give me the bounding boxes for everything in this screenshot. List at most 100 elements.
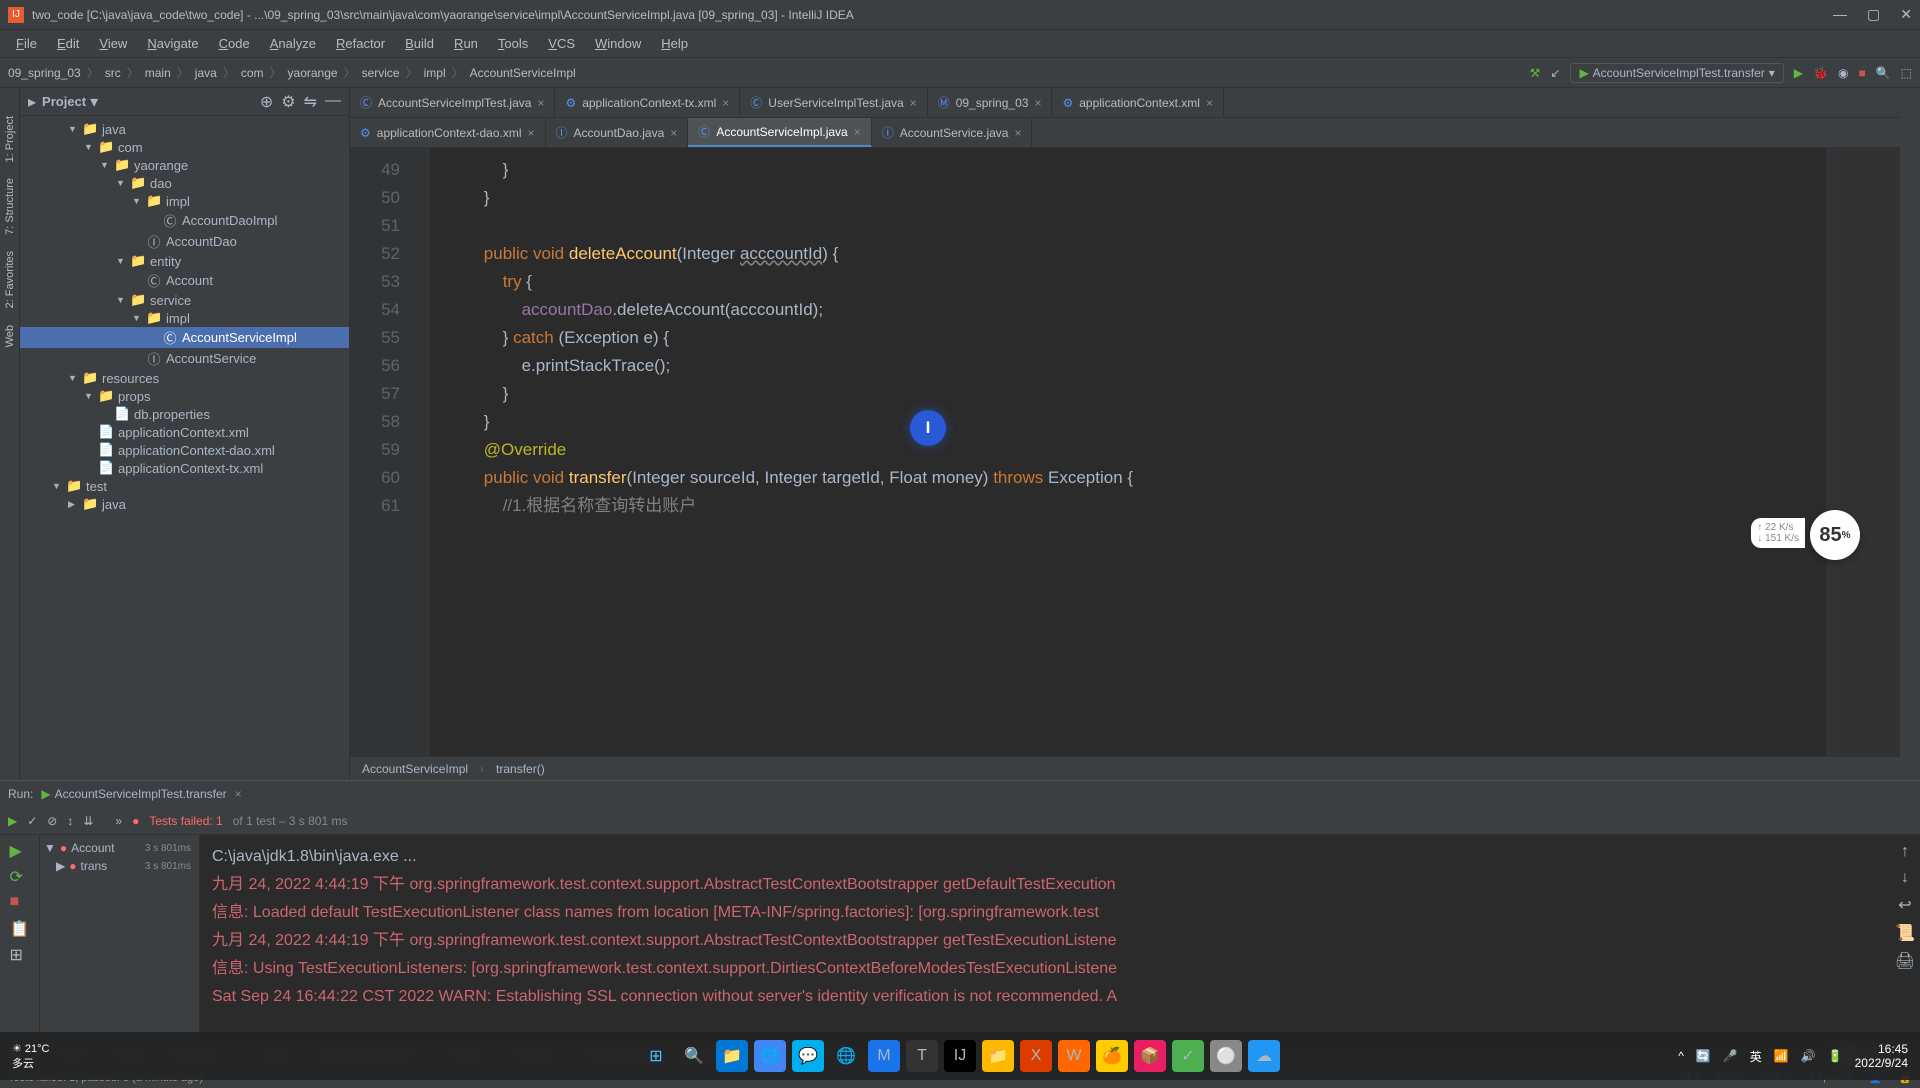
tray-mic-icon[interactable]: 🎤 (1723, 1049, 1738, 1063)
menu-refactor[interactable]: Refactor (328, 34, 393, 53)
breadcrumb-item[interactable]: service (362, 66, 400, 80)
settings-icon[interactable]: ⬚ (1901, 66, 1912, 80)
tree-item[interactable]: ▶📁java (20, 495, 349, 513)
close-tab-icon[interactable]: × (1206, 96, 1213, 110)
tree-item[interactable]: 📄db.properties (20, 405, 349, 423)
maximize-button[interactable]: ▢ (1867, 6, 1880, 23)
wifi-icon[interactable]: 📶 (1774, 1049, 1789, 1063)
menu-edit[interactable]: Edit (49, 34, 87, 53)
clock-time[interactable]: 16:45 (1855, 1042, 1908, 1056)
breadcrumb-item[interactable]: com (241, 66, 264, 80)
menu-file[interactable]: File (8, 34, 45, 53)
dump-button[interactable]: 📋 (10, 919, 30, 939)
app-icon-8[interactable]: 🍊 (1096, 1040, 1128, 1072)
minimize-button[interactable]: — (1833, 6, 1847, 23)
windows-taskbar[interactable]: ☀ 21°C 多云 ⊞ 🔍 📁 🌐 💬 🌐 M T IJ 📁 X W 🍊 📦 ✓… (0, 1032, 1920, 1080)
battery-icon[interactable]: 🔋 (1828, 1049, 1843, 1063)
editor-tab[interactable]: ⒸUserServiceImplTest.java× (740, 88, 927, 117)
app-icon-2[interactable]: 🌐 (754, 1040, 786, 1072)
run-config-selector[interactable]: ▶ AccountServiceImplTest.transfer ▾ (1570, 63, 1783, 83)
menu-code[interactable]: Code (211, 34, 258, 53)
layout-button[interactable]: ⊞ (10, 945, 30, 965)
breadcrumb-item[interactable]: yaorange (288, 66, 338, 80)
hide-icon[interactable]: — (325, 92, 341, 112)
tree-item[interactable]: ▼📁test (20, 477, 349, 495)
project-tool-tab[interactable]: 1: Project (2, 108, 18, 170)
editor-tab[interactable]: ⚙applicationContext-dao.xml× (350, 118, 546, 147)
editor-tab[interactable]: ⚙applicationContext-tx.xml× (555, 88, 740, 117)
tree-item[interactable]: ▼📁impl (20, 192, 349, 210)
collapse-icon[interactable]: ⇋ (304, 92, 317, 112)
tray-chevron-icon[interactable]: ^ (1678, 1049, 1684, 1063)
code-breadcrumb[interactable]: AccountServiceImpl › transfer() (350, 756, 1920, 780)
app-icon-11[interactable]: ⚪ (1210, 1040, 1242, 1072)
ime-indicator[interactable]: 英 (1750, 1048, 1762, 1065)
tree-item[interactable]: ▼📁entity (20, 252, 349, 270)
tree-item[interactable]: ⒸAccount (20, 270, 349, 291)
wrap-icon[interactable]: ↩ (1898, 895, 1911, 915)
run-icon[interactable]: ▶ (1794, 66, 1803, 80)
volume-icon[interactable]: 🔊 (1801, 1049, 1816, 1063)
menu-view[interactable]: View (91, 34, 135, 53)
check-icon[interactable]: ✓ (27, 814, 37, 828)
search-icon[interactable]: 🔍 (1876, 66, 1891, 80)
close-tab-icon[interactable]: × (1014, 126, 1021, 140)
close-button[interactable]: ✕ (1900, 6, 1912, 23)
tree-item[interactable]: ⒸAccountDaoImpl (20, 210, 349, 231)
structure-tool-tab[interactable]: 7: Structure (2, 170, 18, 243)
editor-tab[interactable]: ⒾAccountDao.java× (546, 118, 689, 147)
tree-item-selected[interactable]: ⒸAccountServiceImpl (20, 327, 349, 348)
tree-item[interactable]: 📄applicationContext-dao.xml (20, 441, 349, 459)
rerun-icon[interactable]: ▶ (8, 814, 17, 828)
tree-item[interactable]: ▼📁dao (20, 174, 349, 192)
settings-icon[interactable]: ⚙ (281, 92, 295, 112)
editor-tab[interactable]: Ⓜ09_spring_03× (928, 88, 1053, 117)
menu-navigate[interactable]: Navigate (139, 34, 206, 53)
stop-icon[interactable]: ■ (1858, 66, 1865, 80)
tree-item[interactable]: ▼📁impl (20, 309, 349, 327)
filter-icon[interactable]: ⊘ (47, 814, 57, 828)
search-button[interactable]: 🔍 (678, 1040, 710, 1072)
code-content[interactable]: } } public void deleteAccount(Integer ac… (430, 148, 1826, 756)
menu-analyze[interactable]: Analyze (262, 34, 324, 53)
expand-icon[interactable]: ⇊ (83, 814, 93, 828)
tray-sync-icon[interactable]: 🔄 (1696, 1049, 1711, 1063)
tree-item[interactable]: ⒾAccountDao (20, 231, 349, 252)
console-output[interactable]: C:\java\jdk1.8\bin\java.exe ...九月 24, 20… (200, 835, 1890, 1040)
menu-window[interactable]: Window (587, 34, 649, 53)
menu-run[interactable]: Run (446, 34, 486, 53)
weather-widget[interactable]: ☀ 21°C 多云 (12, 1042, 50, 1071)
close-tab-icon[interactable]: × (1034, 96, 1041, 110)
editor-tab[interactable]: ⒸAccountServiceImplTest.java× (350, 88, 555, 117)
clock-date[interactable]: 2022/9/24 (1855, 1056, 1908, 1070)
build-icon[interactable]: ⚒ (1530, 66, 1541, 80)
editor-tab[interactable]: ⒸAccountServiceImpl.java× (688, 118, 871, 147)
run-close-icon[interactable]: × (235, 787, 242, 801)
web-tool-tab[interactable]: Web (2, 317, 18, 355)
up-icon[interactable]: ↑ (1901, 843, 1909, 861)
stop-button[interactable]: ■ (10, 893, 30, 913)
editor-tab[interactable]: ⚙applicationContext.xml× (1052, 88, 1224, 117)
tree-item[interactable]: ⒾAccountService (20, 348, 349, 369)
start-button[interactable]: ⊞ (640, 1040, 672, 1072)
test-node[interactable]: ▶●trans3 s 801ms (44, 857, 195, 875)
breadcrumb-item[interactable]: main (145, 66, 171, 80)
crumb-class[interactable]: AccountServiceImpl (362, 762, 468, 776)
fold-column[interactable] (410, 148, 430, 756)
editor-tab[interactable]: ⒾAccountService.java× (872, 118, 1033, 147)
test-tree[interactable]: ▼●Account3 s 801ms▶●trans3 s 801ms (40, 835, 200, 1040)
close-tab-icon[interactable]: × (670, 126, 677, 140)
coverage-icon[interactable]: ◉ (1838, 66, 1848, 80)
down-icon[interactable]: ↓ (1901, 869, 1909, 887)
breadcrumb-item[interactable]: java (195, 66, 217, 80)
breadcrumb-item[interactable]: AccountServiceImpl (470, 66, 576, 80)
sort-icon[interactable]: ↕ (67, 814, 73, 828)
app-icon-9[interactable]: 📦 (1134, 1040, 1166, 1072)
app-icon-12[interactable]: ☁ (1248, 1040, 1280, 1072)
close-tab-icon[interactable]: × (722, 96, 729, 110)
menu-build[interactable]: Build (397, 34, 442, 53)
nav-back-icon[interactable]: ↙ (1550, 66, 1560, 80)
system-tray[interactable]: ^ 🔄 🎤 英 📶 🔊 🔋 16:45 2022/9/24 (1678, 1042, 1908, 1070)
app-icon-5[interactable]: T (906, 1040, 938, 1072)
favorites-tool-tab[interactable]: 2: Favorites (2, 243, 18, 316)
